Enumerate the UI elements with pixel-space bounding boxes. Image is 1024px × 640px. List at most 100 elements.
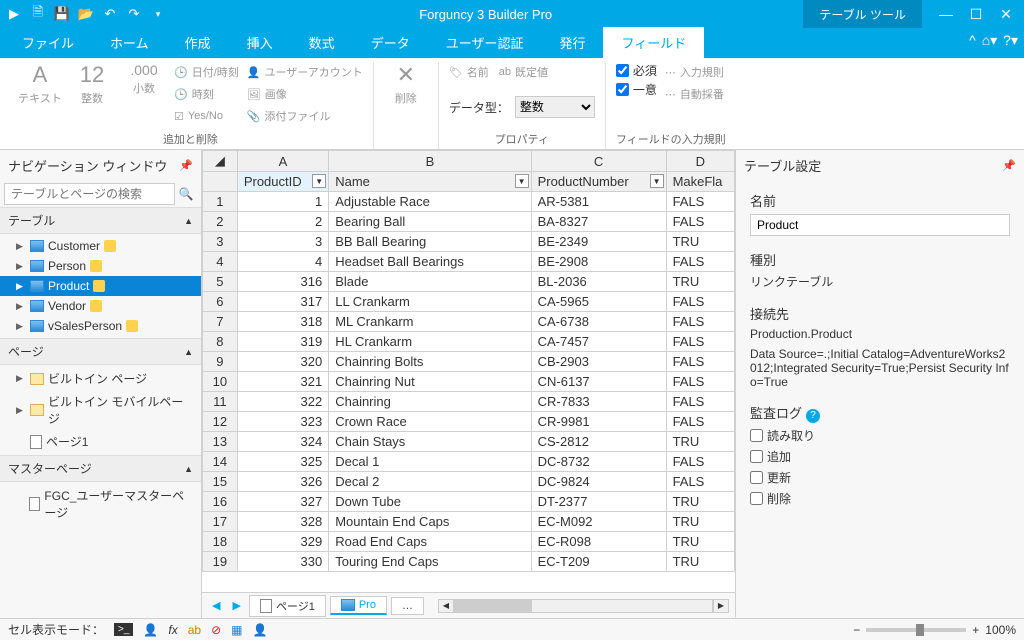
tab-発行[interactable]: 発行 [541,27,603,58]
attach-field-button[interactable]: 📎 添付ファイル [247,106,363,126]
redo-icon[interactable]: ↷ [124,4,144,24]
filter-icon[interactable]: ▼ [650,174,664,188]
sheet-nav-next[interactable]: ▶ [228,599,244,612]
table-item-person[interactable]: ▶Person [0,256,201,276]
col-header-ProductID[interactable]: ProductID▼ [237,172,328,192]
table-row[interactable]: 18329Road End CapsEC-R098TRU [203,532,735,552]
help-icon[interactable]: ? [806,409,820,423]
status-icon[interactable]: 👤 [252,623,267,637]
folder-item[interactable]: ▶ビルトイン ページ [0,367,201,390]
input-rule-button[interactable]: ⋯ 入力規則 [665,62,724,82]
table-row[interactable]: 22Bearing BallBA-8327FALS [203,212,735,232]
zoom-control[interactable]: −+ 100% [853,623,1016,637]
prop-name-button[interactable]: 🏷 名前 [449,62,489,82]
ribbon-collapse-icon[interactable]: ^ [969,32,976,49]
collapse-icon[interactable]: ▲ [184,216,193,226]
sheet-tab-product[interactable]: Pro [330,596,387,615]
tab-ホーム[interactable]: ホーム [92,27,167,58]
save-icon[interactable]: 💾 [52,4,72,24]
audit-checkbox[interactable]: 追加 [750,448,1010,465]
time-field-button[interactable]: 🕒 時刻 [174,84,239,104]
table-row[interactable]: 5316BladeBL-2036TRU [203,272,735,292]
collapse-icon[interactable]: ▲ [184,464,193,474]
autonum-button[interactable]: ⋯ 自動採番 [665,84,724,104]
table-row[interactable]: 10321Chainring NutCN-6137FALS [203,372,735,392]
datatype-select[interactable]: 整数 [515,96,595,118]
datetime-field-button[interactable]: 🕒 日付/時刻 [174,62,239,82]
prop-name-input[interactable] [750,214,1010,236]
int-field-button[interactable]: 12整数 [70,62,114,106]
tab-挿入[interactable]: 挿入 [229,27,291,58]
yesno-field-button[interactable]: ☑ Yes/No [174,106,239,126]
sheet-nav-prev[interactable]: ◀ [208,599,224,612]
minimize-button[interactable]: — [932,4,960,24]
table-row[interactable]: 19330Touring End CapsEC-T209TRU [203,552,735,572]
table-row[interactable]: 9320Chainring BoltsCB-2903FALS [203,352,735,372]
run-icon[interactable]: ▶ [4,4,24,24]
page-item[interactable]: ページ1 [0,430,201,453]
user-field-button[interactable]: 👤 ユーザーアカウント [247,62,363,82]
filter-icon[interactable]: ▼ [312,174,326,188]
status-icon[interactable]: 👤 [143,623,158,637]
status-icon[interactable]: fx [168,623,177,637]
delete-button[interactable]: ✕削除 [384,62,428,106]
nav-search-input[interactable] [4,183,175,205]
unique-checkbox[interactable]: 一意 [616,81,657,98]
table-item-vsalesperson[interactable]: ▶vSalesPerson [0,316,201,336]
master-page-item[interactable]: FGC_ユーザーマスターページ [0,484,201,524]
search-icon[interactable]: 🔍 [175,183,197,205]
text-field-button[interactable]: Aテキスト [18,62,62,106]
tab-フィールド[interactable]: フィールド [603,27,704,58]
sheet-tab-page1[interactable]: ページ1 [249,595,326,617]
tab-ユーザー認証[interactable]: ユーザー認証 [428,27,542,58]
audit-checkbox[interactable]: 読み取り [750,427,1010,444]
prop-default-button[interactable]: ab 既定値 [499,62,548,82]
status-icon[interactable]: ab [188,623,201,637]
required-checkbox[interactable]: 必須 [616,62,657,79]
pin-icon[interactable]: 📌 [179,159,193,172]
section-pages[interactable]: ページ [8,343,44,360]
open-icon[interactable]: 📂 [76,4,96,24]
tab-作成[interactable]: 作成 [167,27,229,58]
table-row[interactable]: 33BB Ball BearingBE-2349TRU [203,232,735,252]
new-icon[interactable]: 🗎 [28,4,48,24]
table-row[interactable]: 16327Down TubeDT-2377TRU [203,492,735,512]
help-icon[interactable]: ?▾ [1003,32,1018,49]
col-letter[interactable]: B [329,151,531,172]
pin-icon[interactable]: 📌 [1002,159,1016,172]
table-row[interactable]: 17328Mountain End CapsEC-M092TRU [203,512,735,532]
table-row[interactable]: 8319HL CrankarmCA-7457FALS [203,332,735,352]
table-row[interactable]: 44Headset Ball BearingsBE-2908FALS [203,252,735,272]
col-header-ProductNumber[interactable]: ProductNumber▼ [531,172,666,192]
data-grid[interactable]: ◢ABCDProductID▼Name▼ProductNumber▼MakeFl… [202,150,735,572]
audit-checkbox[interactable]: 更新 [750,469,1010,486]
horizontal-scrollbar[interactable]: ◀▶ [438,598,729,614]
image-field-button[interactable]: 🖼 画像 [247,84,363,104]
table-row[interactable]: 15326Decal 2DC-9824FALS [203,472,735,492]
table-row[interactable]: 12323Crown RaceCR-9981FALS [203,412,735,432]
qat-more-icon[interactable]: ▾ [148,4,168,24]
collapse-icon[interactable]: ▲ [184,347,193,357]
tab-データ[interactable]: データ [353,27,428,58]
col-letter[interactable]: D [666,151,734,172]
status-icon[interactable]: ▦ [231,623,242,637]
table-row[interactable]: 11322ChainringCR-7833FALS [203,392,735,412]
table-row[interactable]: 14325Decal 1DC-8732FALS [203,452,735,472]
table-item-product[interactable]: ▶Product [0,276,201,296]
table-row[interactable]: 7318ML CrankarmCA-6738FALS [203,312,735,332]
status-icon[interactable]: >_ [114,623,133,636]
table-item-vendor[interactable]: ▶Vendor [0,296,201,316]
table-row[interactable]: 6317LL CrankarmCA-5965FALS [203,292,735,312]
maximize-button[interactable]: ☐ [962,4,990,24]
close-button[interactable]: ✕ [992,4,1020,24]
section-tables[interactable]: テーブル [8,212,55,229]
col-header-Name[interactable]: Name▼ [329,172,531,192]
folder-item[interactable]: ▶ビルトイン モバイルページ [0,390,201,430]
undo-icon[interactable]: ↶ [100,4,120,24]
section-master[interactable]: マスターページ [8,460,92,477]
col-header-MakeFla[interactable]: MakeFla [666,172,734,192]
audit-checkbox[interactable]: 削除 [750,490,1010,507]
home-icon[interactable]: ⌂▾ [982,32,997,49]
filter-icon[interactable]: ▼ [515,174,529,188]
dec-field-button[interactable]: .000小数 [122,62,166,96]
